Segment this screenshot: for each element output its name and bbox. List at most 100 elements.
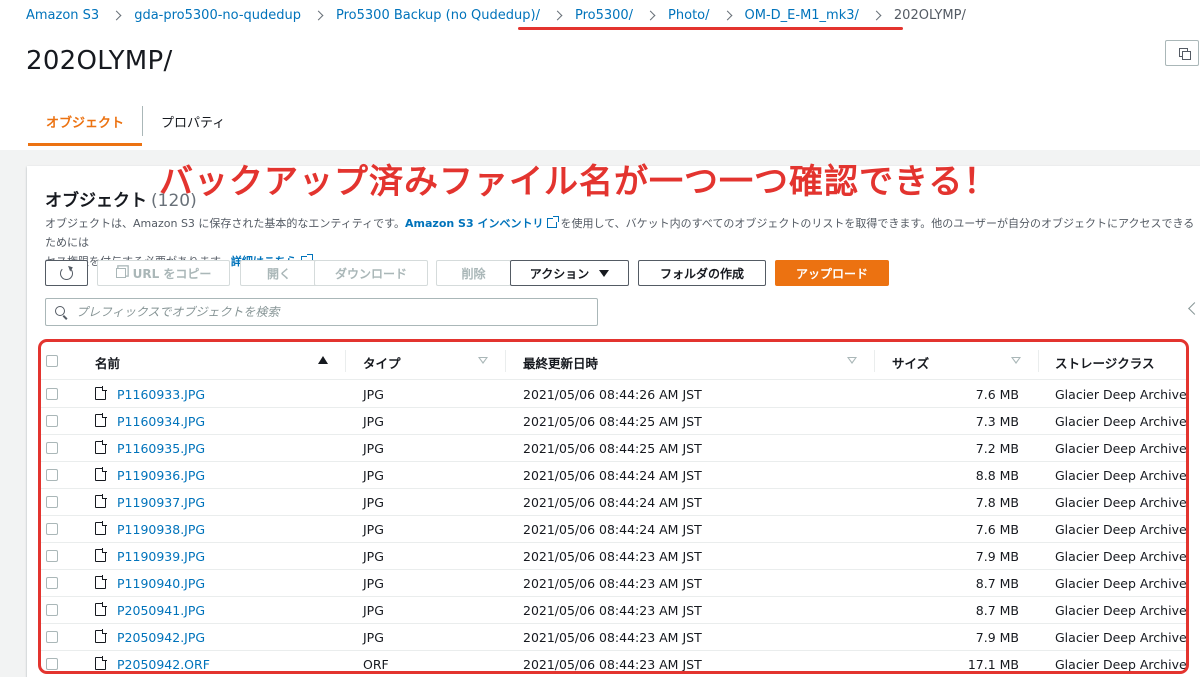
object-last-modified: 2021/05/06 08:44:23 AM JST <box>523 576 702 591</box>
refresh-button[interactable] <box>45 260 88 286</box>
object-storage-class: Glacier Deep Archive <box>1055 603 1187 618</box>
create-folder-button[interactable]: フォルダの作成 <box>638 260 766 286</box>
tab-bar: オブジェクト プロパティ <box>28 104 243 146</box>
tab-objects[interactable]: オブジェクト <box>28 104 143 146</box>
chevron-right-icon <box>645 10 656 21</box>
breadcrumb-item-photo[interactable]: Photo/ <box>668 8 709 23</box>
row-checkbox[interactable] <box>46 658 58 670</box>
table-row[interactable]: P1160934.JPG JPG 2021/05/06 08:44:25 AM JS… <box>39 408 1189 435</box>
column-divider <box>345 350 346 372</box>
tab-properties[interactable]: プロパティ <box>143 104 243 146</box>
table-row[interactable]: P1190940.JPG JPG 2021/05/06 08:44:23 AM JS… <box>39 570 1189 597</box>
select-all-checkbox[interactable] <box>46 355 58 367</box>
table-row[interactable]: P1160933.JPG JPG 2021/05/06 08:44:26 AM JS… <box>39 381 1189 408</box>
file-icon <box>95 494 107 508</box>
object-name-link[interactable]: P1190938.JPG <box>117 522 205 537</box>
chevron-right-icon <box>722 10 732 21</box>
table-row[interactable]: P1190936.JPG JPG 2021/05/06 08:44:24 AM JS… <box>39 462 1189 489</box>
object-name-link[interactable]: P1190936.JPG <box>117 468 205 483</box>
copy-icon <box>115 268 126 278</box>
object-size: 7.3 MB <box>975 414 1019 429</box>
breadcrumb-item-pro5300[interactable]: Pro5300/ <box>575 8 633 23</box>
upload-button[interactable]: アップロード <box>775 260 889 286</box>
table-row[interactable]: P1160935.JPG JPG 2021/05/06 08:44:25 AM JS… <box>39 435 1189 462</box>
file-icon <box>95 575 107 589</box>
object-name-link[interactable]: P1190940.JPG <box>117 576 205 591</box>
object-last-modified: 2021/05/06 08:44:25 AM JST <box>523 414 702 429</box>
file-icon <box>95 629 107 643</box>
column-header-size[interactable]: サイズ <box>892 353 929 372</box>
object-storage-class: Glacier Deep Archive <box>1055 630 1187 645</box>
delete-button[interactable]: 削除 <box>436 260 511 286</box>
object-name-link[interactable]: P1160935.JPG <box>117 441 205 456</box>
search-input[interactable] <box>76 302 586 322</box>
sort-icon[interactable] <box>1011 357 1021 364</box>
object-size: 7.8 MB <box>975 495 1019 510</box>
object-size: 7.2 MB <box>975 441 1019 456</box>
search-icon <box>55 306 65 316</box>
sort-icon[interactable] <box>478 357 488 364</box>
row-checkbox[interactable] <box>46 496 58 508</box>
column-header-storage-class[interactable]: ストレージクラス <box>1055 353 1155 372</box>
object-name-link[interactable]: P2050942.ORF <box>117 657 210 672</box>
copy-url-button[interactable]: URL をコピー <box>97 260 230 286</box>
chevron-right-icon <box>111 10 122 21</box>
actions-dropdown[interactable]: アクション <box>510 260 629 286</box>
table-row[interactable]: P2050942.ORF ORF 2021/05/06 08:44:23 AM JS… <box>39 651 1189 677</box>
copy-path-button[interactable] <box>1165 40 1199 66</box>
object-storage-class: Glacier Deep Archive <box>1055 576 1187 591</box>
column-divider <box>1038 350 1039 372</box>
chevron-right-icon <box>313 10 324 21</box>
object-name-link[interactable]: P2050941.JPG <box>117 603 205 618</box>
object-storage-class: Glacier Deep Archive <box>1055 414 1187 429</box>
object-name-link[interactable]: P1190937.JPG <box>117 495 205 510</box>
object-name-link[interactable]: P2050942.JPG <box>117 630 205 645</box>
object-name-link[interactable]: P1160933.JPG <box>117 387 205 402</box>
table-header: 名前 タイプ 最終更新日時 サイズ ストレージクラス <box>39 342 1189 380</box>
object-type: ORF <box>363 657 389 672</box>
breadcrumb-item-camera-folder[interactable]: OM-D_E-M1_mk3/ <box>745 8 859 23</box>
annotation-callout: バックアップ済みファイル名が一つ一つ確認できる！ <box>159 162 999 202</box>
object-storage-class: Glacier Deep Archive <box>1055 441 1187 456</box>
breadcrumb-item-bucket[interactable]: gda-pro5300-no-qudedup <box>134 8 301 23</box>
column-header-type[interactable]: タイプ <box>363 353 401 372</box>
row-checkbox[interactable] <box>46 469 58 481</box>
table-row[interactable]: P2050942.JPG JPG 2021/05/06 08:44:23 AM JS… <box>39 624 1189 651</box>
sort-ascending-icon[interactable] <box>318 356 328 364</box>
object-storage-class: Glacier Deep Archive <box>1055 657 1187 672</box>
row-checkbox[interactable] <box>46 388 58 400</box>
table-row[interactable]: P1190938.JPG JPG 2021/05/06 08:44:24 AM JS… <box>39 516 1189 543</box>
breadcrumb-item-amazon-s3[interactable]: Amazon S3 <box>26 8 99 23</box>
sort-icon[interactable] <box>847 357 857 364</box>
description-text-1: オブジェクトは、Amazon S3 に保存された基本的なエンティティです。 <box>45 217 406 230</box>
column-header-modified[interactable]: 最終更新日時 <box>523 353 598 372</box>
table-row[interactable]: P1190939.JPG JPG 2021/05/06 08:44:23 AM JS… <box>39 543 1189 570</box>
row-checkbox[interactable] <box>46 577 58 589</box>
row-checkbox[interactable] <box>46 442 58 454</box>
object-name-link[interactable]: P1160934.JPG <box>117 414 205 429</box>
object-last-modified: 2021/05/06 08:44:26 AM JST <box>523 387 702 402</box>
row-checkbox[interactable] <box>46 415 58 427</box>
row-checkbox[interactable] <box>46 523 58 535</box>
object-name-link[interactable]: P1190939.JPG <box>117 549 205 564</box>
column-divider <box>874 350 875 372</box>
file-icon <box>95 656 107 670</box>
open-button[interactable]: 開く <box>240 260 318 286</box>
table-row[interactable]: P1190937.JPG JPG 2021/05/06 08:44:24 AM JS… <box>39 489 1189 516</box>
table-row[interactable]: P2050941.JPG JPG 2021/05/06 08:44:23 AM JS… <box>39 597 1189 624</box>
breadcrumb-item-backup-folder[interactable]: Pro5300 Backup (no Qudedup)/ <box>336 8 540 23</box>
row-checkbox[interactable] <box>46 550 58 562</box>
object-storage-class: Glacier Deep Archive <box>1055 495 1187 510</box>
object-size: 7.9 MB <box>975 630 1019 645</box>
object-last-modified: 2021/05/06 08:44:23 AM JST <box>523 603 702 618</box>
inventory-link[interactable]: Amazon S3 インベントリ <box>405 217 543 230</box>
object-type: JPG <box>363 522 384 537</box>
column-header-name[interactable]: 名前 <box>95 353 120 372</box>
page-title: 202OLYMP/ <box>26 46 173 76</box>
row-checkbox[interactable] <box>46 631 58 643</box>
copy-icon-front <box>1182 51 1191 60</box>
download-button[interactable]: ダウンロード <box>314 260 428 286</box>
row-checkbox[interactable] <box>46 604 58 616</box>
refresh-icon <box>60 266 73 280</box>
chevron-left-icon[interactable] <box>1188 302 1200 315</box>
